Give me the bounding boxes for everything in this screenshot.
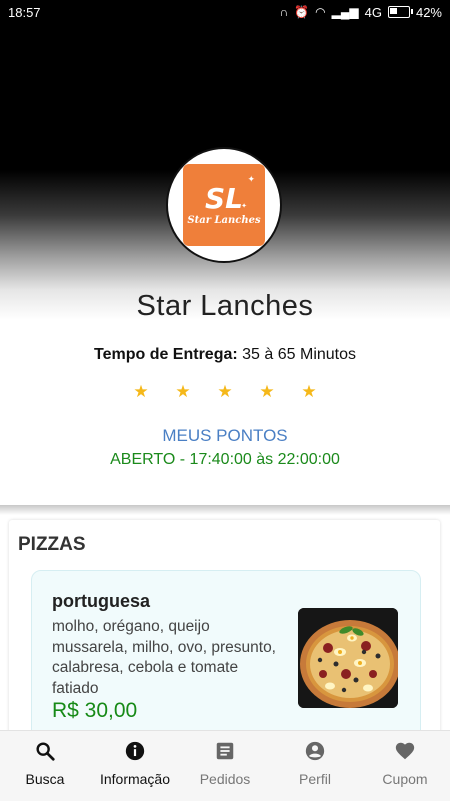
- headphones-icon: ∩: [279, 5, 289, 19]
- nav-busca[interactable]: Busca: [0, 731, 90, 801]
- star-icon: ★: [175, 382, 191, 401]
- store-logo: ✦ ✦ SL Star Lanches: [166, 147, 282, 263]
- receipt-icon: [212, 738, 238, 764]
- network-type: 4G: [364, 4, 382, 20]
- delivery-label: Tempo de Entrega:: [93, 346, 238, 363]
- star-icon: ★: [133, 382, 149, 401]
- wifi-icon: ◠: [315, 5, 326, 19]
- delivery-value: 35 à 65 Minutos: [242, 346, 357, 363]
- logo-badge: ✦ ✦ SL Star Lanches: [183, 164, 265, 246]
- star-icon: ★: [259, 382, 275, 401]
- product-name: portuguesa: [52, 591, 151, 611]
- star-icon: ★: [217, 382, 233, 401]
- header-shadow: [0, 505, 450, 515]
- opening-hours: ABERTO - 17:40:00 às 22:00:00: [110, 451, 340, 468]
- section-title: PIZZAS: [18, 534, 86, 555]
- product-price: R$ 30,00: [52, 699, 138, 722]
- nav-pedidos[interactable]: Pedidos: [180, 731, 270, 801]
- status-bar: 18:57 ∩ ⏰ ◠ ▂▄▆ 4G 42%: [0, 0, 450, 24]
- star-icon: ★: [301, 382, 317, 401]
- battery-icon: [387, 6, 413, 18]
- rating-stars: ★ ★ ★ ★ ★: [120, 382, 330, 402]
- nav-perfil[interactable]: Perfil: [270, 731, 360, 801]
- product-image: [298, 608, 398, 708]
- logo-mark: SL: [204, 181, 243, 215]
- nav-cupom[interactable]: Cupom: [360, 731, 450, 801]
- account-icon: [302, 738, 328, 764]
- nav-label: Perfil: [299, 771, 331, 787]
- bottom-navigation: Busca Informação Pedidos Perfil Cupom: [0, 730, 450, 801]
- status-icons: ∩ ⏰ ◠ ▂▄▆ 4G 42%: [280, 5, 442, 20]
- heart-icon: [392, 738, 418, 764]
- delivery-time: Tempo de Entrega: 35 à 65 Minutos: [0, 346, 450, 364]
- store-name: Star Lanches: [136, 290, 314, 322]
- pizza-image: [298, 608, 398, 708]
- sparkle-icon: ✦: [247, 174, 255, 184]
- product-description: molho, orégano, queijo mussarela, milho,…: [52, 618, 276, 697]
- battery-percent: 42%: [415, 4, 442, 20]
- nav-label: Cupom: [382, 771, 428, 787]
- my-points-link[interactable]: MEUS PONTOS: [0, 426, 450, 446]
- signal-icon: ▂▄▆: [331, 5, 359, 19]
- nav-label: Pedidos: [199, 771, 251, 787]
- search-icon: [32, 738, 58, 764]
- nav-label: Busca: [25, 771, 65, 787]
- menu-section: PIZZAS portuguesa molho, orégano, queijo…: [9, 520, 440, 772]
- logo-text: Star Lanches: [187, 214, 261, 226]
- sparkle-icon: ✦: [241, 203, 247, 210]
- info-icon: [122, 738, 148, 764]
- status-time: 18:57: [8, 4, 41, 20]
- alarm-icon: ⏰: [294, 5, 310, 19]
- nav-label: Informação: [99, 771, 171, 787]
- nav-informacao[interactable]: Informação: [90, 731, 180, 801]
